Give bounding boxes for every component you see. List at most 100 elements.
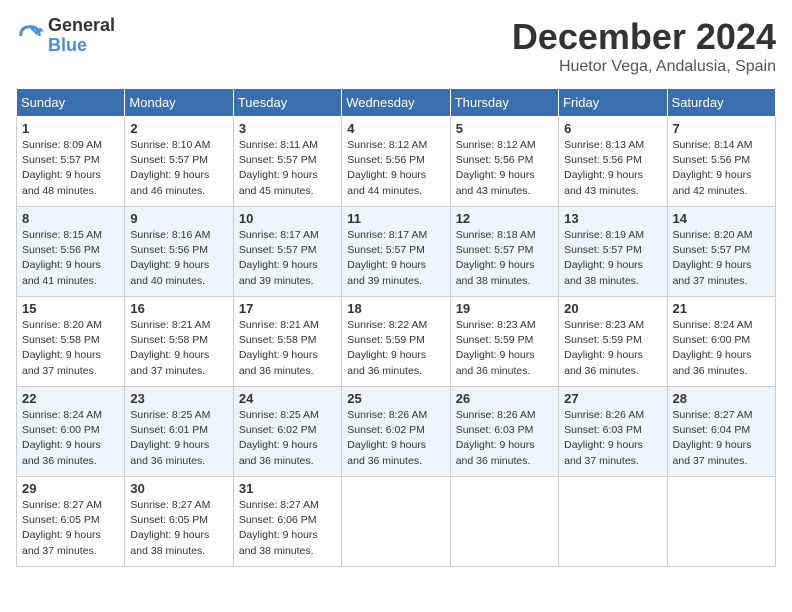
- calendar-day-cell: 29 Sunrise: 8:27 AMSunset: 6:05 PMDaylig…: [17, 477, 125, 567]
- day-info: Sunrise: 8:09 AMSunset: 5:57 PMDaylight:…: [22, 139, 102, 197]
- day-info: Sunrise: 8:24 AMSunset: 6:00 PMDaylight:…: [673, 319, 753, 377]
- day-info: Sunrise: 8:17 AMSunset: 5:57 PMDaylight:…: [347, 229, 427, 287]
- day-info: Sunrise: 8:10 AMSunset: 5:57 PMDaylight:…: [130, 139, 210, 197]
- calendar-day-cell: 15 Sunrise: 8:20 AMSunset: 5:58 PMDaylig…: [17, 297, 125, 387]
- day-number: 13: [564, 211, 661, 226]
- day-info: Sunrise: 8:27 AMSunset: 6:06 PMDaylight:…: [239, 499, 319, 557]
- calendar-day-cell: 24 Sunrise: 8:25 AMSunset: 6:02 PMDaylig…: [233, 387, 341, 477]
- day-info: Sunrise: 8:21 AMSunset: 5:58 PMDaylight:…: [130, 319, 210, 377]
- logo-text: General Blue: [48, 16, 115, 56]
- day-number: 2: [130, 121, 227, 136]
- day-number: 17: [239, 301, 336, 316]
- calendar-day-cell: 8 Sunrise: 8:15 AMSunset: 5:56 PMDayligh…: [17, 207, 125, 297]
- logo-general: General: [48, 16, 115, 36]
- day-info: Sunrise: 8:12 AMSunset: 5:56 PMDaylight:…: [456, 139, 536, 197]
- day-number: 19: [456, 301, 553, 316]
- calendar-day-cell: 27 Sunrise: 8:26 AMSunset: 6:03 PMDaylig…: [559, 387, 667, 477]
- day-info: Sunrise: 8:13 AMSunset: 5:56 PMDaylight:…: [564, 139, 644, 197]
- day-number: 25: [347, 391, 444, 406]
- day-info: Sunrise: 8:26 AMSunset: 6:02 PMDaylight:…: [347, 409, 427, 467]
- calendar-day-cell: 16 Sunrise: 8:21 AMSunset: 5:58 PMDaylig…: [125, 297, 233, 387]
- day-number: 1: [22, 121, 119, 136]
- day-number: 14: [673, 211, 770, 226]
- day-info: Sunrise: 8:27 AMSunset: 6:05 PMDaylight:…: [22, 499, 102, 557]
- calendar-day-cell: 11 Sunrise: 8:17 AMSunset: 5:57 PMDaylig…: [342, 207, 450, 297]
- weekday-header-row: SundayMondayTuesdayWednesdayThursdayFrid…: [17, 89, 776, 117]
- day-info: Sunrise: 8:15 AMSunset: 5:56 PMDaylight:…: [22, 229, 102, 287]
- day-info: Sunrise: 8:16 AMSunset: 5:56 PMDaylight:…: [130, 229, 210, 287]
- day-number: 5: [456, 121, 553, 136]
- day-info: Sunrise: 8:19 AMSunset: 5:57 PMDaylight:…: [564, 229, 644, 287]
- day-number: 30: [130, 481, 227, 496]
- calendar-week-row: 29 Sunrise: 8:27 AMSunset: 6:05 PMDaylig…: [17, 477, 776, 567]
- day-number: 29: [22, 481, 119, 496]
- month-title: December 2024: [512, 16, 776, 58]
- day-info: Sunrise: 8:26 AMSunset: 6:03 PMDaylight:…: [456, 409, 536, 467]
- day-info: Sunrise: 8:18 AMSunset: 5:57 PMDaylight:…: [456, 229, 536, 287]
- day-number: 27: [564, 391, 661, 406]
- location-title: Huetor Vega, Andalusia, Spain: [512, 58, 776, 76]
- calendar-day-cell: [342, 477, 450, 567]
- calendar-week-row: 8 Sunrise: 8:15 AMSunset: 5:56 PMDayligh…: [17, 207, 776, 297]
- day-number: 28: [673, 391, 770, 406]
- calendar-table: SundayMondayTuesdayWednesdayThursdayFrid…: [16, 88, 776, 567]
- day-number: 21: [673, 301, 770, 316]
- day-number: 31: [239, 481, 336, 496]
- day-info: Sunrise: 8:24 AMSunset: 6:00 PMDaylight:…: [22, 409, 102, 467]
- calendar-day-cell: 31 Sunrise: 8:27 AMSunset: 6:06 PMDaylig…: [233, 477, 341, 567]
- calendar-day-cell: 2 Sunrise: 8:10 AMSunset: 5:57 PMDayligh…: [125, 117, 233, 207]
- calendar-day-cell: 21 Sunrise: 8:24 AMSunset: 6:00 PMDaylig…: [667, 297, 775, 387]
- calendar-day-cell: 6 Sunrise: 8:13 AMSunset: 5:56 PMDayligh…: [559, 117, 667, 207]
- day-info: Sunrise: 8:11 AMSunset: 5:57 PMDaylight:…: [239, 139, 318, 197]
- calendar-day-cell: [450, 477, 558, 567]
- weekday-header: Tuesday: [233, 89, 341, 117]
- calendar-day-cell: 17 Sunrise: 8:21 AMSunset: 5:58 PMDaylig…: [233, 297, 341, 387]
- weekday-header: Thursday: [450, 89, 558, 117]
- calendar-day-cell: 30 Sunrise: 8:27 AMSunset: 6:05 PMDaylig…: [125, 477, 233, 567]
- calendar-day-cell: 26 Sunrise: 8:26 AMSunset: 6:03 PMDaylig…: [450, 387, 558, 477]
- day-info: Sunrise: 8:27 AMSunset: 6:05 PMDaylight:…: [130, 499, 210, 557]
- day-info: Sunrise: 8:12 AMSunset: 5:56 PMDaylight:…: [347, 139, 427, 197]
- day-number: 7: [673, 121, 770, 136]
- calendar-day-cell: 28 Sunrise: 8:27 AMSunset: 6:04 PMDaylig…: [667, 387, 775, 477]
- logo-icon: [16, 22, 44, 50]
- calendar-day-cell: 1 Sunrise: 8:09 AMSunset: 5:57 PMDayligh…: [17, 117, 125, 207]
- calendar-day-cell: 3 Sunrise: 8:11 AMSunset: 5:57 PMDayligh…: [233, 117, 341, 207]
- calendar-day-cell: 13 Sunrise: 8:19 AMSunset: 5:57 PMDaylig…: [559, 207, 667, 297]
- weekday-header: Saturday: [667, 89, 775, 117]
- logo: General Blue: [16, 16, 115, 56]
- day-number: 26: [456, 391, 553, 406]
- weekday-header: Friday: [559, 89, 667, 117]
- day-number: 23: [130, 391, 227, 406]
- day-number: 22: [22, 391, 119, 406]
- day-number: 10: [239, 211, 336, 226]
- day-info: Sunrise: 8:21 AMSunset: 5:58 PMDaylight:…: [239, 319, 319, 377]
- calendar-day-cell: [667, 477, 775, 567]
- calendar-day-cell: 9 Sunrise: 8:16 AMSunset: 5:56 PMDayligh…: [125, 207, 233, 297]
- day-info: Sunrise: 8:26 AMSunset: 6:03 PMDaylight:…: [564, 409, 644, 467]
- calendar-day-cell: 18 Sunrise: 8:22 AMSunset: 5:59 PMDaylig…: [342, 297, 450, 387]
- calendar-week-row: 22 Sunrise: 8:24 AMSunset: 6:00 PMDaylig…: [17, 387, 776, 477]
- calendar-day-cell: 12 Sunrise: 8:18 AMSunset: 5:57 PMDaylig…: [450, 207, 558, 297]
- day-info: Sunrise: 8:23 AMSunset: 5:59 PMDaylight:…: [456, 319, 536, 377]
- weekday-header: Wednesday: [342, 89, 450, 117]
- day-info: Sunrise: 8:20 AMSunset: 5:58 PMDaylight:…: [22, 319, 102, 377]
- page-header: General Blue December 2024 Huetor Vega, …: [16, 16, 776, 76]
- day-number: 24: [239, 391, 336, 406]
- calendar-day-cell: 10 Sunrise: 8:17 AMSunset: 5:57 PMDaylig…: [233, 207, 341, 297]
- calendar-day-cell: 20 Sunrise: 8:23 AMSunset: 5:59 PMDaylig…: [559, 297, 667, 387]
- day-info: Sunrise: 8:25 AMSunset: 6:01 PMDaylight:…: [130, 409, 210, 467]
- day-info: Sunrise: 8:17 AMSunset: 5:57 PMDaylight:…: [239, 229, 319, 287]
- calendar-day-cell: 19 Sunrise: 8:23 AMSunset: 5:59 PMDaylig…: [450, 297, 558, 387]
- calendar-day-cell: 22 Sunrise: 8:24 AMSunset: 6:00 PMDaylig…: [17, 387, 125, 477]
- day-number: 18: [347, 301, 444, 316]
- calendar-day-cell: 5 Sunrise: 8:12 AMSunset: 5:56 PMDayligh…: [450, 117, 558, 207]
- day-number: 9: [130, 211, 227, 226]
- day-number: 8: [22, 211, 119, 226]
- calendar-day-cell: 4 Sunrise: 8:12 AMSunset: 5:56 PMDayligh…: [342, 117, 450, 207]
- calendar-day-cell: [559, 477, 667, 567]
- calendar-day-cell: 7 Sunrise: 8:14 AMSunset: 5:56 PMDayligh…: [667, 117, 775, 207]
- day-number: 12: [456, 211, 553, 226]
- weekday-header: Monday: [125, 89, 233, 117]
- calendar-day-cell: 14 Sunrise: 8:20 AMSunset: 5:57 PMDaylig…: [667, 207, 775, 297]
